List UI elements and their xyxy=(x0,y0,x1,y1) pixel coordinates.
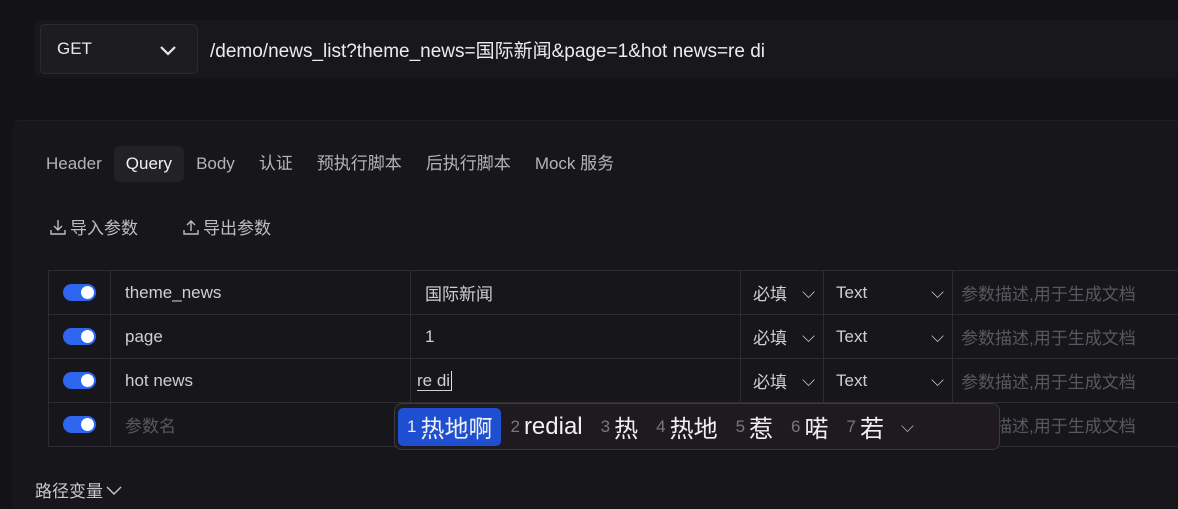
table-row: page 1 必填 ⌵ Text ⌵ 参数描述,用于生成文档 xyxy=(48,314,1178,359)
chevron-down-icon: ⌵ xyxy=(931,326,944,346)
tab-query[interactable]: Query xyxy=(113,146,185,182)
required-value: 必填 xyxy=(753,329,787,348)
path-variables-toggle[interactable]: 路径变量 xyxy=(35,477,123,502)
required-value: 必填 xyxy=(753,285,787,304)
param-value[interactable]: 国际新闻 xyxy=(410,270,741,315)
required-select[interactable]: 必填 ⌵ xyxy=(740,314,824,359)
param-desc[interactable]: 参数描述,用于生成文档 xyxy=(952,314,1178,359)
method-select[interactable]: GET xyxy=(40,24,198,74)
param-name[interactable]: page xyxy=(110,314,411,359)
type-value: Text xyxy=(836,282,868,302)
path-variables-label: 路径变量 xyxy=(35,482,103,501)
request-tabs: Header Query Body 认证 预执行脚本 后执行脚本 Mock 服务 xyxy=(34,146,626,182)
ime-candidate[interactable]: 6喏 xyxy=(782,408,837,446)
ime-candidate[interactable]: 1 热地啊 xyxy=(398,407,502,446)
upload-icon xyxy=(183,219,199,235)
type-select[interactable]: Text ⌵ xyxy=(823,358,953,403)
type-select[interactable]: Text ⌵ xyxy=(823,270,953,315)
ime-candidate[interactable]: 2 redial xyxy=(501,408,591,446)
ime-candidate[interactable]: 7若 xyxy=(838,408,893,446)
tab-post-script[interactable]: 后执行脚本 xyxy=(414,146,523,182)
required-value: 必填 xyxy=(753,373,787,392)
chevron-down-icon[interactable]: ⌵ xyxy=(901,417,914,437)
chevron-down-icon: ⌵ xyxy=(802,282,815,302)
chevron-down-icon: ⌵ xyxy=(931,370,944,390)
tab-header[interactable]: Header xyxy=(34,146,114,182)
param-value-input[interactable]: re di xyxy=(410,358,741,403)
tab-body[interactable]: Body xyxy=(184,146,247,182)
type-value: Text xyxy=(836,370,868,390)
chevron-down-icon: ⌵ xyxy=(802,370,815,390)
export-params-button[interactable]: 导出参数 xyxy=(182,214,271,239)
import-label: 导入参数 xyxy=(70,219,138,238)
tab-mock[interactable]: Mock 服务 xyxy=(523,146,626,182)
required-select[interactable]: 必填 ⌵ xyxy=(740,358,824,403)
chevron-down-icon: ⌵ xyxy=(931,282,944,302)
enable-toggle[interactable] xyxy=(63,328,96,345)
ime-candidate[interactable]: 4 热地 xyxy=(647,408,726,446)
param-name[interactable]: hot news xyxy=(110,358,411,403)
import-params-button[interactable]: 导入参数 xyxy=(49,214,138,239)
chevron-down-icon xyxy=(160,46,176,56)
chevron-down-icon xyxy=(106,486,122,495)
tab-auth[interactable]: 认证 xyxy=(247,146,305,182)
export-label: 导出参数 xyxy=(203,219,271,238)
param-value: re di xyxy=(417,370,453,391)
param-name[interactable]: theme_news xyxy=(110,270,411,315)
ime-candidate[interactable]: 3热 xyxy=(592,408,647,446)
enable-toggle[interactable] xyxy=(63,416,96,433)
param-desc[interactable]: 参数描述,用于生成文档 xyxy=(952,270,1178,315)
type-value: Text xyxy=(836,326,868,346)
enable-toggle[interactable] xyxy=(63,284,96,301)
method-value: GET xyxy=(57,39,92,58)
required-select[interactable]: 必填 ⌵ xyxy=(740,270,824,315)
download-icon xyxy=(50,219,66,235)
enable-toggle[interactable] xyxy=(63,372,96,389)
param-value[interactable]: 1 xyxy=(410,314,741,359)
param-name[interactable]: 参数名 xyxy=(110,402,411,447)
type-select[interactable]: Text ⌵ xyxy=(823,314,953,359)
param-desc[interactable]: 参数描述,用于生成文档 xyxy=(952,358,1178,403)
ime-candidate[interactable]: 5惹 xyxy=(727,408,782,446)
tab-pre-script[interactable]: 预执行脚本 xyxy=(305,146,414,182)
table-row: hot news re di 必填 ⌵ Text ⌵ 参数描述,用于生成文档 xyxy=(48,358,1178,403)
table-row: theme_news 国际新闻 必填 ⌵ Text ⌵ 参数描述,用于生成文档 xyxy=(48,270,1178,315)
ime-candidate-bar: 1 热地啊 2 redial 3热 4 热地 5惹 6喏 7若 ⌵ xyxy=(394,403,1000,450)
chevron-down-icon: ⌵ xyxy=(802,326,815,346)
url-input[interactable]: /demo/news_list?theme_news=国际新闻&page=1&h… xyxy=(210,36,765,63)
